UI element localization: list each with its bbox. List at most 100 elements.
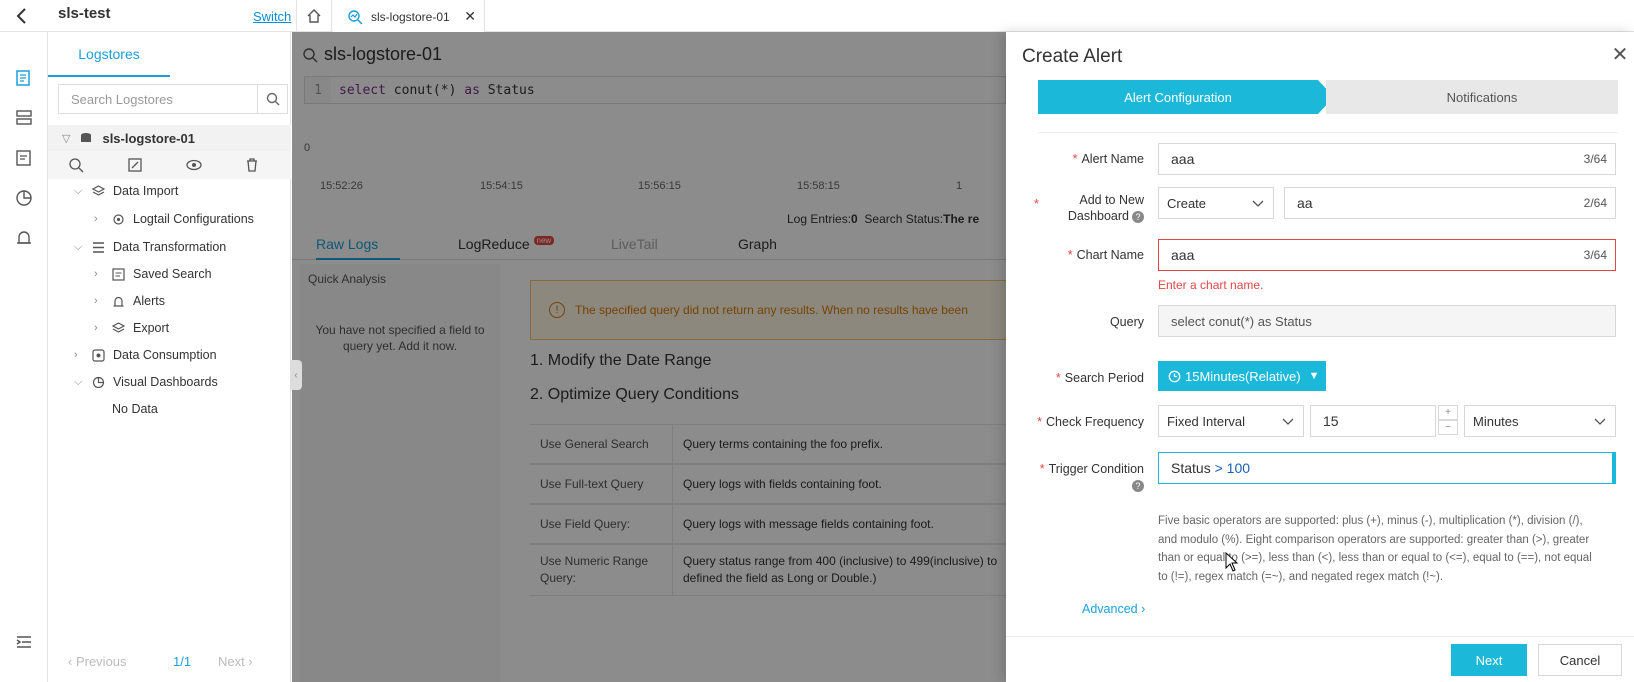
chart-name-label: * Chart Name — [1067, 248, 1144, 262]
search-period-label: * Search Period — [1055, 371, 1144, 385]
input-value: aaa — [1171, 247, 1195, 263]
chevron-right-icon[interactable]: › — [94, 213, 104, 225]
layers-icon — [112, 321, 125, 333]
chevron-right-icon[interactable]: › — [94, 322, 104, 334]
tree-alerts[interactable]: › Alerts — [94, 294, 165, 308]
tree-visual-dashboards[interactable]: ⌵ Visual Dashboards — [74, 375, 218, 389]
increment-button[interactable]: + — [1438, 405, 1458, 420]
search-logstores-input[interactable]: Search Logstores — [58, 84, 258, 114]
trash-icon[interactable] — [244, 157, 260, 173]
alert-name-label: * Alert Name — [1072, 152, 1144, 166]
divider — [1038, 132, 1618, 133]
close-icon[interactable]: ✕ — [1610, 44, 1630, 66]
decrement-button[interactable]: − — [1438, 420, 1458, 435]
search-analysis-icon[interactable] — [68, 157, 84, 173]
tree-label: No Data — [112, 402, 158, 416]
tree-data-import[interactable]: ⌵ Data Import — [74, 184, 178, 198]
tab-logstore[interactable]: sls-logstore-01 ✕ — [333, 0, 485, 33]
check-frequency-input[interactable]: 15 — [1310, 405, 1436, 437]
previous-page-button[interactable]: ‹ Previous — [68, 654, 127, 669]
alert-icon[interactable] — [14, 228, 34, 248]
trigger-condition-input[interactable]: Status > 100 — [1158, 452, 1616, 484]
logstore-icon[interactable] — [14, 68, 34, 88]
tree-label: Data Consumption — [113, 348, 217, 362]
tree-label: Logtail Configurations — [133, 212, 254, 226]
logstore-name: sls-logstore-01 — [102, 130, 195, 146]
edit-icon[interactable] — [127, 157, 143, 173]
tree-logtail-configurations[interactable]: › Logtail Configurations — [94, 212, 254, 226]
char-count: 3/64 — [1583, 152, 1607, 166]
alert-icon — [113, 296, 124, 307]
back-arrow-icon[interactable] — [12, 6, 32, 26]
chart-name-input[interactable]: aaa 3/64 — [1158, 239, 1616, 271]
consumption-icon — [92, 348, 105, 362]
select-value: Fixed Interval — [1167, 413, 1246, 429]
dashboard-label: * Add to New Dashboard? — [1034, 193, 1144, 223]
chevron-right-icon[interactable]: › — [94, 268, 104, 280]
step-alert-configuration[interactable]: Alert Configuration — [1038, 80, 1318, 114]
operator-help-text: Five basic operators are supported: plus… — [1158, 515, 1592, 583]
page-indicator: 1/1 — [173, 654, 192, 669]
tree-data-consumption[interactable]: › Data Consumption — [74, 348, 217, 362]
switch-project-link[interactable]: Switch — [253, 9, 291, 24]
chevron-right-icon[interactable]: › — [94, 295, 104, 307]
input-value: 15 — [1323, 413, 1339, 429]
mouse-cursor-icon — [1225, 551, 1239, 572]
layers-icon — [92, 184, 105, 196]
drawer-title: Create Alert — [1022, 46, 1123, 67]
chevron-down-icon — [1282, 418, 1294, 425]
dashboard-mode-select[interactable]: Create — [1158, 187, 1274, 219]
step-notifications[interactable]: Notifications — [1326, 80, 1618, 114]
eye-icon[interactable] — [186, 157, 202, 173]
chevron-down-icon[interactable]: ▽ — [62, 132, 70, 145]
icon-rail — [0, 32, 48, 682]
tab-label: sls-logstore-01 — [371, 9, 450, 24]
saved-search-icon[interactable] — [14, 148, 34, 168]
tree-saved-search[interactable]: › Saved Search — [94, 267, 212, 281]
search-period-button[interactable]: 15Minutes(Relative) ▼ — [1158, 361, 1326, 391]
dashboard-icon[interactable] — [14, 188, 34, 208]
trigger-condition-label: * Trigger Condition? — [1039, 462, 1144, 492]
saved-search-icon — [112, 267, 125, 281]
tree-label: Visual Dashboards — [113, 375, 218, 389]
database-icon[interactable] — [14, 108, 34, 128]
modal-overlay[interactable] — [292, 32, 1006, 682]
logstore-item[interactable]: ▽ sls-logstore-01 — [48, 125, 291, 151]
dashboard-name-input[interactable]: aa 2/64 — [1284, 187, 1616, 219]
check-frequency-label: * Check Frequency — [1037, 415, 1144, 429]
tree-no-data: No Data — [112, 402, 158, 416]
next-page-button[interactable]: Next › — [218, 654, 253, 669]
chevron-down-icon[interactable]: ⌵ — [74, 241, 84, 254]
tree-label: Data Import — [113, 184, 179, 198]
clock-icon — [1168, 370, 1181, 382]
logstore-panel: Logstores Search Logstores + ▽ sls-logst… — [48, 32, 316, 682]
chevron-down-icon[interactable]: ⌵ — [74, 185, 84, 198]
tree-data-transformation[interactable]: ⌵ Data Transformation — [74, 240, 226, 254]
collapse-handle[interactable]: ‹ — [290, 360, 302, 390]
alert-name-input[interactable]: aaa 3/64 — [1158, 143, 1616, 175]
cancel-button[interactable]: Cancel — [1538, 644, 1622, 676]
next-button[interactable]: Next — [1451, 644, 1527, 676]
input-value: aa — [1297, 195, 1313, 211]
menu-collapse-icon[interactable] — [14, 632, 34, 652]
search-analysis-icon — [348, 9, 363, 24]
check-frequency-unit-select[interactable]: Minutes — [1464, 405, 1616, 437]
chart-name-error: Enter a chart name. — [1158, 278, 1264, 292]
home-tab[interactable] — [296, 0, 332, 32]
char-count: 2/64 — [1583, 196, 1607, 210]
help-icon[interactable]: ? — [1132, 210, 1144, 223]
period-value: 15Minutes(Relative) — [1185, 368, 1301, 384]
search-icon[interactable] — [258, 84, 288, 114]
tree-label: Saved Search — [133, 267, 212, 281]
chevron-right-icon[interactable]: › — [74, 349, 84, 361]
chevron-down-icon[interactable]: ⌵ — [74, 376, 84, 389]
quantity-stepper[interactable]: + − — [1438, 405, 1460, 437]
tree-export[interactable]: › Export — [94, 321, 169, 335]
close-icon[interactable]: ✕ — [464, 8, 476, 25]
help-icon[interactable]: ? — [1132, 479, 1144, 492]
check-frequency-mode-select[interactable]: Fixed Interval — [1158, 405, 1304, 437]
tree-label: Data Transformation — [113, 240, 227, 254]
trigger-expression: Status > 100 — [1171, 460, 1251, 476]
advanced-link[interactable]: Advanced › — [1082, 602, 1145, 616]
tab-logstores[interactable]: Logstores — [48, 32, 170, 77]
